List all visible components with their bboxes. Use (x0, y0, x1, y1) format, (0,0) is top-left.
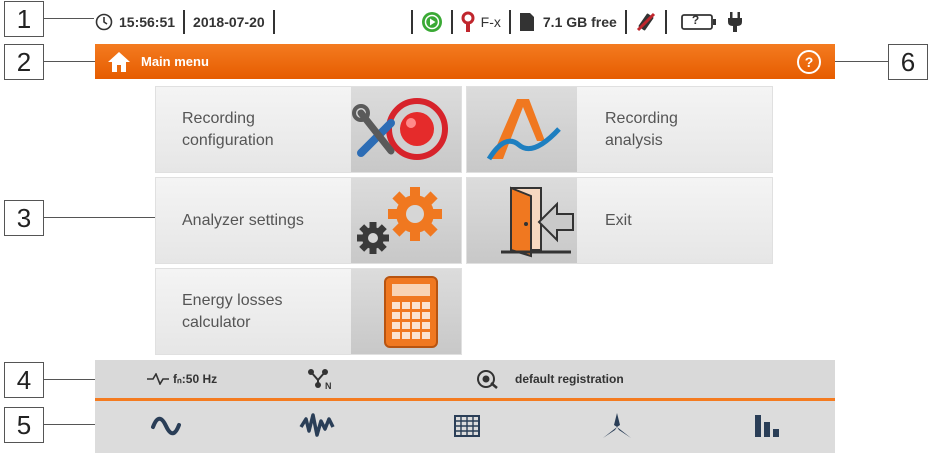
analyzer-settings-label: Analyzer settings (182, 211, 304, 229)
page-title: Main menu (141, 54, 209, 69)
phasor-icon (597, 413, 637, 445)
callout-3: 3 (4, 200, 44, 236)
status-time: 15:56:51 (119, 14, 176, 30)
svg-text:N: N (325, 381, 332, 390)
status-date: 2018-07-20 (193, 14, 265, 30)
callout-6: 6 (888, 44, 928, 80)
gears-icon (355, 186, 447, 263)
recording-analysis-label: Recording analysis (605, 109, 678, 149)
waveform-button[interactable] (147, 411, 187, 445)
callout-2: 2 (4, 44, 44, 80)
separator (508, 10, 511, 34)
home-icon[interactable] (107, 51, 131, 73)
separator (272, 10, 275, 34)
network-type-icon[interactable]: N (307, 368, 333, 393)
status-phase: F-x (480, 14, 501, 30)
separator (624, 10, 627, 34)
sd-card-icon (519, 12, 535, 32)
recording-configuration-label: Recording configuration (182, 109, 274, 149)
separator (410, 10, 413, 34)
recording-configuration-icon (351, 93, 451, 172)
harmonics-waveform-button[interactable] (297, 411, 337, 445)
harmonics-bar-chart-button[interactable] (747, 411, 787, 445)
separator (183, 10, 186, 34)
calculator-icon (381, 275, 441, 356)
distorted-wave-icon (297, 413, 337, 445)
recording-configuration-tile[interactable]: Recording configuration (155, 86, 462, 173)
nominal-frequency: fₙ:50 Hz (173, 372, 218, 386)
status-bar: 15:56:51 2018-07-20 F-x 7.1 GB free ? (95, 2, 835, 42)
registration-icon[interactable] (477, 369, 499, 392)
exit-tile[interactable]: Exit (466, 177, 773, 264)
sine-wave-icon (147, 416, 187, 445)
callout-1: 1 (4, 1, 44, 37)
frequency-icon (147, 372, 169, 388)
play-icon[interactable] (421, 11, 443, 33)
battery-unknown-label: ? (691, 13, 700, 27)
analyzer-settings-tile[interactable]: Analyzer settings (155, 177, 462, 264)
callout-4: 4 (4, 362, 44, 398)
clock-icon (95, 13, 113, 31)
separator (450, 10, 453, 34)
callout-5: 5 (4, 407, 44, 443)
bottom-nav (95, 398, 835, 453)
energy-losses-calculator-label: Energy losses calculator (182, 291, 283, 331)
recording-analysis-icon (485, 93, 565, 172)
table-icon (447, 415, 487, 445)
exit-label: Exit (605, 211, 632, 229)
energy-losses-calculator-tile[interactable]: Energy losses calculator (155, 268, 462, 355)
info-bar: fₙ:50 Hz N default registration (95, 360, 835, 398)
bar-chart-icon (747, 415, 787, 445)
callout-1-line (44, 18, 94, 19)
phasor-diagram-button[interactable] (597, 411, 637, 445)
title-bar: Main menu ? (95, 44, 835, 79)
usb-disabled-icon (635, 11, 657, 33)
clamp-icon (461, 11, 475, 33)
measurements-table-button[interactable] (447, 411, 487, 445)
exit-door-icon (497, 184, 577, 265)
separator (664, 10, 667, 34)
status-storage: 7.1 GB free (542, 14, 617, 30)
battery-icon: ? (680, 13, 717, 31)
help-icon[interactable]: ? (797, 50, 821, 74)
registration-name: default registration (515, 372, 624, 386)
power-plug-icon (727, 11, 743, 33)
recording-analysis-tile[interactable]: Recording analysis (466, 86, 773, 173)
